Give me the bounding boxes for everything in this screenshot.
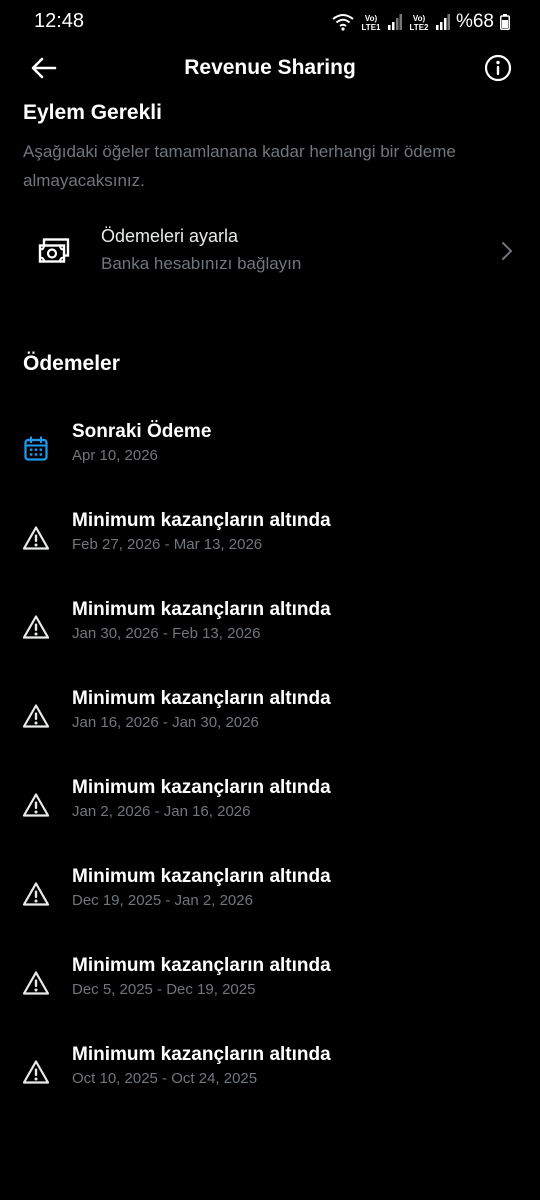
status-icons: Vo) LTE1 Vo) LTE2 %68: [332, 10, 510, 34]
payment-item-title: Minimum kazançların altında: [72, 866, 331, 887]
svg-text:LTE1: LTE1: [361, 23, 381, 31]
calendar-icon: [22, 435, 50, 463]
status-time: 12:48: [34, 10, 85, 32]
battery-level: %68: [455, 11, 494, 32]
payment-item-range: Jan 2, 2026 - Jan 16, 2026: [72, 803, 251, 820]
payment-item-range: Jan 16, 2026 - Jan 30, 2026: [72, 714, 259, 731]
next-payment-date: Apr 10, 2026: [72, 447, 158, 464]
payments-title: Ödemeler: [23, 352, 120, 375]
chevron-right-icon: [500, 240, 514, 262]
action-required-description: Aşağıdaki öğeler tamamlanana kadar herha…: [23, 142, 456, 190]
warning-icon: [22, 880, 50, 908]
sim1-label: Vo) LTE1: [360, 13, 382, 31]
payment-item-title: Minimum kazançların altında: [72, 688, 331, 709]
payment-item-range: Dec 19, 2025 - Jan 2, 2026: [72, 892, 253, 909]
top-app-bar: Revenue Sharing: [0, 44, 540, 94]
battery-icon: [500, 14, 510, 30]
payment-history-item: Minimum kazançların altında Dec 5, 2025 …: [0, 955, 540, 1025]
svg-text:Vo): Vo): [413, 14, 426, 23]
warning-icon: [22, 969, 50, 997]
warning-icon: [22, 613, 50, 641]
payment-item-title: Minimum kazançların altında: [72, 599, 331, 620]
setup-payments-subtitle: Banka hesabınızı bağlayın: [101, 254, 302, 273]
payment-item-title: Minimum kazançların altında: [72, 510, 331, 531]
action-required-title: Eylem Gerekli: [23, 101, 162, 124]
sim2-label: Vo) LTE2: [408, 13, 430, 31]
next-payment-row: Sonraki Ödeme Apr 10, 2026: [0, 421, 540, 491]
status-bar: 12:48 Vo) LTE1 Vo) LTE2 %68: [0, 0, 540, 44]
payment-item-title: Minimum kazançların altında: [72, 955, 331, 976]
svg-text:LTE2: LTE2: [409, 23, 429, 31]
payment-history-item: Minimum kazançların altında Jan 2, 2026 …: [0, 777, 540, 847]
payment-item-range: Jan 30, 2026 - Feb 13, 2026: [72, 625, 261, 642]
payment-history-item: Minimum kazançların altında Jan 30, 2026…: [0, 599, 540, 669]
warning-icon: [22, 702, 50, 730]
svg-text:Vo): Vo): [365, 14, 378, 23]
info-icon: [484, 54, 512, 87]
payment-history-item: Minimum kazançların altında Feb 27, 2026…: [0, 510, 540, 580]
wifi-icon: [332, 13, 354, 31]
payment-item-title: Minimum kazançların altında: [72, 777, 331, 798]
payment-history-item: Minimum kazançların altında Dec 19, 2025…: [0, 866, 540, 936]
setup-payments-row[interactable]: Ödemeleri ayarla Banka hesabınızı bağlay…: [0, 210, 540, 300]
payment-item-range: Dec 5, 2025 - Dec 19, 2025: [72, 981, 256, 998]
money-icon: [38, 238, 70, 264]
warning-icon: [22, 524, 50, 552]
payment-item-title: Minimum kazançların altında: [72, 1044, 331, 1065]
warning-icon: [22, 1058, 50, 1086]
page-title: Revenue Sharing: [184, 56, 356, 79]
info-button[interactable]: [480, 52, 516, 88]
payment-history-item: Minimum kazançların altında Oct 10, 2025…: [0, 1044, 540, 1114]
next-payment-title: Sonraki Ödeme: [72, 421, 212, 442]
signal-icon: [435, 14, 450, 30]
payment-item-range: Oct 10, 2025 - Oct 24, 2025: [72, 1070, 258, 1087]
payment-history-item: Minimum kazançların altında Jan 16, 2026…: [0, 688, 540, 758]
payment-item-range: Feb 27, 2026 - Mar 13, 2026: [72, 536, 263, 553]
signal-icon: [387, 14, 402, 30]
setup-payments-title: Ödemeleri ayarla: [101, 226, 239, 246]
warning-icon: [22, 791, 50, 819]
